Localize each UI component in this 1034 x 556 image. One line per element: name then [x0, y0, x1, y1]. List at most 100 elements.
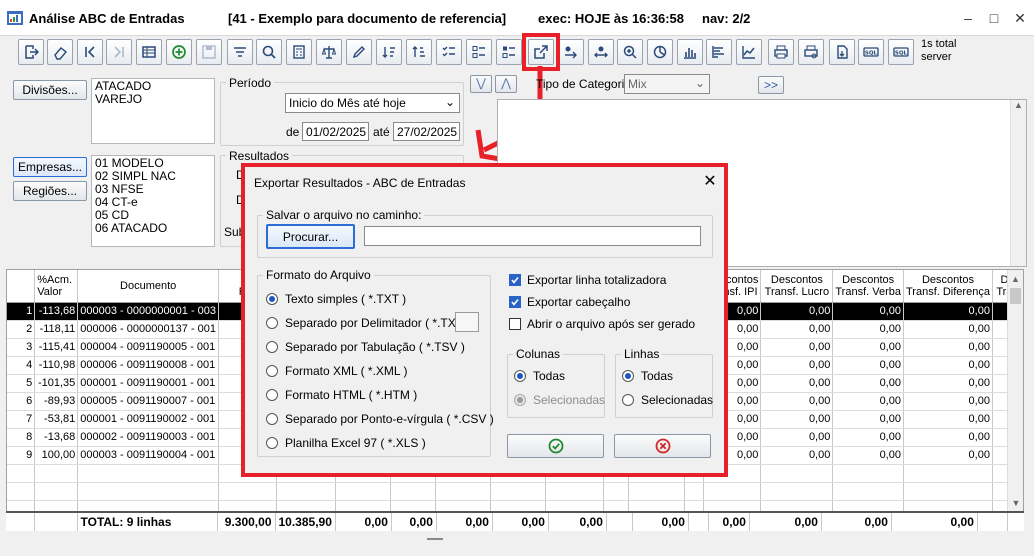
- option-checkbox[interactable]: [509, 318, 521, 330]
- scroll-down-icon[interactable]: ▼: [1008, 498, 1023, 508]
- date-from-input[interactable]: 01/02/2025: [302, 122, 369, 141]
- window-example: [41 - Exemplo para documento de referenc…: [228, 11, 507, 26]
- format-label: Texto simples ( *.TXT ): [285, 292, 407, 306]
- column-header[interactable]: Descontos Transf. Verba: [832, 270, 904, 303]
- total-cell: [688, 513, 709, 531]
- table-cell: -118,11: [34, 320, 79, 339]
- maximize-icon[interactable]: □: [984, 8, 1004, 28]
- close-window-icon[interactable]: ✕: [1010, 8, 1030, 28]
- edit-button[interactable]: [346, 39, 372, 65]
- total-cell: 0,00: [436, 513, 493, 531]
- table-cell: [335, 482, 392, 501]
- scroll-thumb[interactable]: [1010, 288, 1021, 304]
- table-cell: [760, 482, 834, 501]
- ate-label: até: [373, 125, 390, 139]
- sort-asc-button[interactable]: [376, 39, 402, 65]
- pie-chart-button[interactable]: [647, 39, 673, 65]
- file-button[interactable]: [829, 39, 855, 65]
- exit-button[interactable]: [18, 39, 44, 65]
- table-cell: 0,00: [832, 446, 904, 465]
- print-button[interactable]: [768, 39, 794, 65]
- option-checkbox[interactable]: [509, 296, 521, 308]
- search-button[interactable]: [256, 39, 282, 65]
- table-cell: [218, 482, 277, 501]
- collapse-up-icon[interactable]: ⋀: [495, 75, 517, 93]
- column-header[interactable]: %Acm. Valor: [34, 270, 79, 303]
- empresas-button[interactable]: Empresas...: [13, 157, 87, 177]
- totals-cells: TOTAL: 9 linhas 9.300,00 10.385,90 0,00 0,00…: [6, 513, 1008, 531]
- scroll-up-icon[interactable]: ▲: [1011, 100, 1026, 110]
- divisoes-button[interactable]: Divisões...: [13, 80, 87, 100]
- columns-all-radio[interactable]: [514, 370, 526, 382]
- column-header[interactable]: Descontos Transf. Lucro: [760, 270, 834, 303]
- format-radio[interactable]: [266, 365, 278, 377]
- regioes-button[interactable]: Regiões...: [13, 181, 87, 201]
- grid-scrollbar[interactable]: ▲ ▼: [1007, 270, 1023, 530]
- date-to-input[interactable]: 27/02/2025: [393, 122, 460, 141]
- table-cell: -13,68: [34, 428, 79, 447]
- divisao-item-1[interactable]: VAREJO: [95, 93, 211, 106]
- lines-all-radio[interactable]: [622, 370, 634, 382]
- format-radio[interactable]: [266, 389, 278, 401]
- cancel-button[interactable]: [614, 434, 711, 458]
- table-cell: 0,00: [903, 302, 993, 321]
- table-cell: 0,00: [903, 446, 993, 465]
- sql2-button[interactable]: SQL: [888, 39, 914, 65]
- column-header[interactable]: Documento: [77, 270, 220, 303]
- move-right-button[interactable]: [558, 39, 584, 65]
- delimiter-input[interactable]: [455, 312, 479, 332]
- option-checkbox[interactable]: [509, 274, 521, 286]
- move-button[interactable]: [588, 39, 614, 65]
- bar-chart-button[interactable]: [677, 39, 703, 65]
- table-cell: 0,00: [832, 392, 904, 411]
- bar-chart-icon: [684, 48, 696, 59]
- periodo-select[interactable]: Inicio do Mês até hoje ⌄: [285, 93, 460, 113]
- scrollbar[interactable]: ▲: [1010, 100, 1026, 266]
- divisoes-list[interactable]: ATACADO VAREJO: [91, 78, 215, 144]
- balance-button[interactable]: [316, 39, 342, 65]
- total-cell: 0,00: [548, 513, 607, 531]
- table-cell: 0,00: [760, 302, 834, 321]
- format-radio[interactable]: [266, 317, 278, 329]
- columns-selected-label: Selecionadas: [533, 393, 606, 407]
- table-cell: 000006 - 0000000137 - 001: [77, 320, 220, 339]
- scroll-up-icon[interactable]: ▲: [1008, 274, 1023, 284]
- format-radio[interactable]: [266, 293, 278, 305]
- resize-grip-icon[interactable]: [427, 538, 443, 540]
- format-radio[interactable]: [266, 437, 278, 449]
- more-button[interactable]: >>: [758, 76, 784, 94]
- calculator-button[interactable]: [286, 39, 312, 65]
- column-header[interactable]: [7, 270, 36, 303]
- empresas-list[interactable]: 01 MODELO 02 SIMPL NAC 03 NFSE 04 CT-e 0…: [91, 155, 215, 247]
- bar-chart-h-icon: [712, 46, 724, 58]
- format-radio[interactable]: [266, 413, 278, 425]
- format-radio[interactable]: [266, 341, 278, 353]
- sql-button[interactable]: SQL: [858, 39, 884, 65]
- sort-desc-button[interactable]: [406, 39, 432, 65]
- line-chart-button[interactable]: [736, 39, 762, 65]
- eraser-button[interactable]: [47, 39, 73, 65]
- bar-chart-h-button[interactable]: [706, 39, 732, 65]
- empresa-item-5[interactable]: 06 ATACADO: [95, 222, 211, 235]
- tipo-categoria-select[interactable]: Mix ⌄: [624, 74, 710, 94]
- table-cell: [628, 482, 685, 501]
- path-input[interactable]: [364, 226, 701, 246]
- print-preview-button[interactable]: [798, 39, 824, 65]
- lines-selected-radio[interactable]: [622, 394, 634, 406]
- collapse-down-icon[interactable]: ⋁: [470, 75, 492, 93]
- close-icon[interactable]: ✕: [700, 172, 720, 192]
- last-button[interactable]: [106, 39, 132, 65]
- add-button[interactable]: [166, 39, 192, 65]
- save-button[interactable]: [196, 39, 222, 65]
- first-button[interactable]: [77, 39, 103, 65]
- confirm-button[interactable]: [507, 434, 604, 458]
- table-button[interactable]: [136, 39, 162, 65]
- checklist-button[interactable]: [436, 39, 462, 65]
- column-header[interactable]: Descontos Transf. Diferença: [903, 270, 993, 303]
- filter-button[interactable]: [227, 39, 253, 65]
- browse-button[interactable]: Procurar...: [266, 224, 355, 249]
- zoom-button[interactable]: [617, 39, 643, 65]
- minimize-icon[interactable]: –: [958, 8, 978, 28]
- totals-table: TOTAL: 9 linhas 9.300,00 10.385,90 0,00 0,00…: [6, 513, 1008, 531]
- table-cell: [545, 482, 604, 501]
